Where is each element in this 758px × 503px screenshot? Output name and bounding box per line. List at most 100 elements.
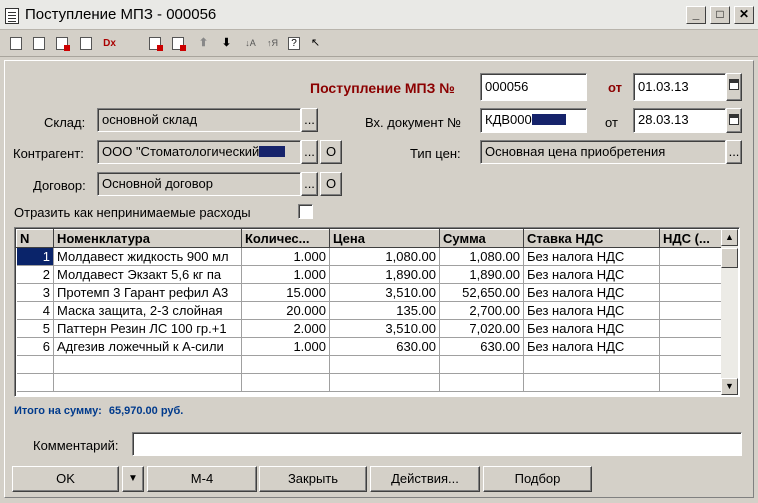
row-number[interactable]: 2 [16, 265, 54, 284]
qty-cell[interactable]: 1.000 [241, 265, 330, 284]
close-window-button[interactable]: ✕ [734, 6, 754, 24]
sum-cell[interactable]: 7,020.00 [439, 319, 524, 338]
incoming-number-field[interactable]: КДВ000 [480, 108, 587, 133]
incoming-date-field[interactable]: 28.03.13 [633, 108, 726, 133]
item-cell[interactable]: Маска защита, 2-3 слойная [53, 301, 242, 320]
minimize-button[interactable]: _ [686, 6, 706, 24]
contract-select-button[interactable]: ... [301, 172, 318, 196]
sum-cell[interactable]: 52,650.00 [439, 283, 524, 302]
empty-row[interactable] [16, 373, 722, 392]
item-cell[interactable]: Паттерн Резин ЛС 100 гр.+1 [53, 319, 242, 338]
column-header[interactable]: Цена [329, 229, 440, 248]
vat-cell[interactable] [659, 265, 722, 284]
scroll-up-arrow-icon[interactable]: ▲ [721, 229, 738, 246]
vat-cell[interactable] [659, 247, 722, 266]
vat-cell[interactable] [659, 337, 722, 356]
table-row[interactable]: 2 Молдавест Экзакт 5,6 кг па 1.000 1,890… [16, 265, 722, 284]
sum-cell[interactable]: 1,080.00 [439, 247, 524, 266]
qty-cell[interactable]: 1.000 [241, 337, 330, 356]
vat-cell[interactable] [659, 283, 722, 302]
counterparty-field[interactable]: ООО "Стоматологический [97, 140, 301, 164]
table-row[interactable]: 3 Протемп 3 Гарант рефил А3 15.000 3,510… [16, 283, 722, 302]
empty-row[interactable] [16, 355, 722, 374]
price-type-field[interactable]: Основная цена приобретения [480, 140, 726, 164]
copy-doc-icon[interactable] [33, 37, 45, 50]
item-cell[interactable]: Молдавест Экзакт 5,6 кг па [53, 265, 242, 284]
row-number[interactable]: 4 [16, 301, 54, 320]
pointer-help-icon[interactable]: ↖ [308, 36, 323, 51]
table-row[interactable]: 4 Маска защита, 2-3 слойная 20.000 135.0… [16, 301, 722, 320]
edit-icon[interactable] [149, 37, 163, 51]
vat-rate-cell[interactable]: Без налога НДС [523, 283, 660, 302]
m4-button[interactable]: М-4 [147, 466, 257, 492]
vat-rate-cell[interactable]: Без налога НДС [523, 337, 660, 356]
sum-cell[interactable]: 1,890.00 [439, 265, 524, 284]
maximize-button[interactable]: □ [710, 6, 730, 24]
row-number[interactable]: 6 [16, 337, 54, 356]
row-number[interactable]: 1 [16, 247, 54, 266]
price-type-select-button[interactable]: ... [726, 140, 742, 164]
table-row[interactable]: 5 Паттерн Резин ЛС 100 гр.+1 2.000 3,510… [16, 319, 722, 338]
contract-open-button[interactable]: О [320, 172, 342, 196]
incoming-date-calendar-button[interactable] [726, 108, 742, 133]
comment-field[interactable] [132, 432, 742, 456]
item-cell[interactable]: Адгезив ложечный к А-сили [53, 337, 242, 356]
vat-cell[interactable] [659, 301, 722, 320]
column-header[interactable]: Ставка НДС [523, 229, 660, 248]
ok-dropdown-button[interactable]: ▼ [122, 466, 144, 492]
contract-field[interactable]: Основной договор [97, 172, 301, 196]
vat-rate-cell[interactable]: Без налога НДС [523, 319, 660, 338]
mark-delete-icon[interactable]: Dx [102, 36, 117, 51]
column-header[interactable]: НДС (... [659, 229, 722, 248]
pick-button[interactable]: Подбор [483, 466, 592, 492]
table-row[interactable]: 6 Адгезив ложечный к А-сили 1.000 630.00… [16, 337, 722, 356]
warehouse-field[interactable]: основной склад [97, 108, 301, 132]
items-table[interactable]: N Номенклатура Количес... Цена Сумма Ста… [14, 227, 740, 397]
move-down-icon[interactable]: ⬇ [219, 36, 234, 51]
price-cell[interactable]: 135.00 [329, 301, 440, 320]
vat-rate-cell[interactable]: Без налога НДС [523, 265, 660, 284]
counterparty-select-button[interactable]: ... [301, 140, 318, 164]
price-cell[interactable]: 630.00 [329, 337, 440, 356]
column-header[interactable]: Номенклатура [53, 229, 242, 248]
scroll-thumb[interactable] [721, 248, 738, 268]
price-cell[interactable]: 1,080.00 [329, 247, 440, 266]
doc-date-calendar-button[interactable] [726, 73, 742, 101]
delete-doc-icon[interactable] [56, 37, 70, 51]
table-vertical-scrollbar[interactable]: ▲ ▼ [721, 229, 738, 395]
warehouse-select-button[interactable]: ... [301, 108, 318, 132]
nondeductible-checkbox[interactable] [298, 204, 313, 219]
qty-cell[interactable]: 15.000 [241, 283, 330, 302]
sort-asc-icon[interactable]: ↓A [243, 36, 258, 51]
item-cell[interactable]: Протемп 3 Гарант рефил А3 [53, 283, 242, 302]
close-button[interactable]: Закрыть [259, 466, 367, 492]
price-cell[interactable]: 1,890.00 [329, 265, 440, 284]
qty-cell[interactable]: 1.000 [241, 247, 330, 266]
sum-cell[interactable]: 630.00 [439, 337, 524, 356]
new-doc-icon[interactable] [10, 37, 22, 50]
doc-date-field[interactable]: 01.03.13 [633, 73, 726, 101]
table-row[interactable]: 1 Молдавест жидкость 900 мл 1.000 1,080.… [16, 247, 722, 266]
vat-rate-cell[interactable]: Без налога НДС [523, 247, 660, 266]
row-number[interactable]: 5 [16, 319, 54, 338]
column-header[interactable]: Количес... [241, 229, 330, 248]
qty-cell[interactable]: 2.000 [241, 319, 330, 338]
item-cell[interactable]: Молдавест жидкость 900 мл [53, 247, 242, 266]
vat-cell[interactable] [659, 319, 722, 338]
vat-rate-cell[interactable]: Без налога НДС [523, 301, 660, 320]
move-row-icon[interactable] [172, 37, 186, 51]
help-icon[interactable]: ? [288, 37, 300, 50]
scroll-down-arrow-icon[interactable]: ▼ [721, 378, 738, 395]
doc-number-field[interactable]: 000056 [480, 73, 587, 101]
price-cell[interactable]: 3,510.00 [329, 283, 440, 302]
sum-cell[interactable]: 2,700.00 [439, 301, 524, 320]
column-header[interactable]: N [16, 229, 54, 248]
actions-button[interactable]: Действия... [370, 466, 480, 492]
sort-desc-icon[interactable]: ↑Я [265, 36, 280, 51]
qty-cell[interactable]: 20.000 [241, 301, 330, 320]
copy-row-icon[interactable] [80, 37, 92, 50]
row-number[interactable]: 3 [16, 283, 54, 302]
counterparty-open-button[interactable]: О [320, 140, 342, 164]
column-header[interactable]: Сумма [439, 229, 524, 248]
move-up-icon[interactable]: ⬆ [196, 36, 211, 51]
